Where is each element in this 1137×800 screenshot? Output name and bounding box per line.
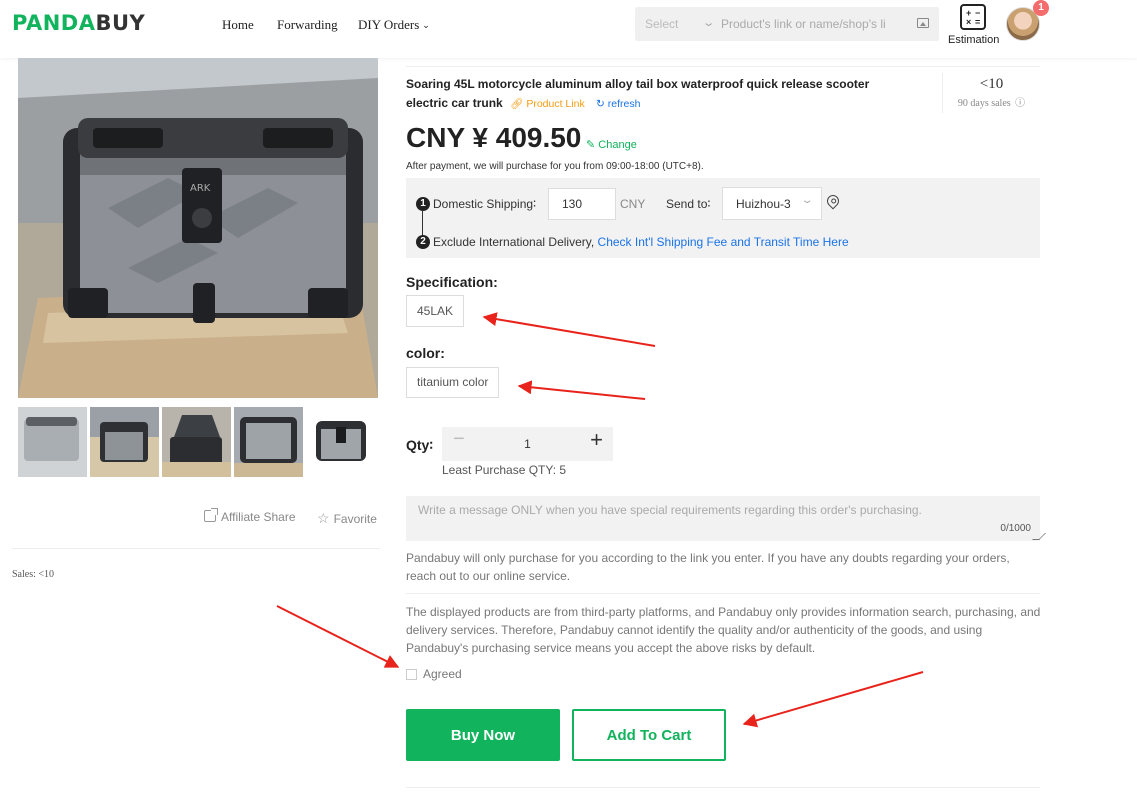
increment-button[interactable]: + <box>590 427 603 453</box>
send-to-select[interactable]: Huizhou-3 ⌄ <box>722 187 822 220</box>
thumbnail-4[interactable] <box>234 407 303 477</box>
change-currency-button[interactable]: ✎ Change <box>586 138 637 151</box>
thumbnail-5[interactable] <box>306 407 375 477</box>
calculator-icon: + − × = <box>960 4 986 30</box>
arrow-to-add-to-cart <box>742 671 924 728</box>
refresh-link[interactable]: ↻ refresh <box>596 98 640 110</box>
location-pin-icon[interactable] <box>824 192 842 210</box>
nav-home[interactable]: Home <box>222 17 254 33</box>
sales-summary: <10 90 days sales ⓘ <box>942 73 1040 113</box>
quantity-stepper: − 1 + <box>442 427 613 461</box>
product-price: CNY ¥ 409.50 <box>406 122 582 153</box>
divider <box>406 593 1040 594</box>
refresh-icon: ↻ <box>596 98 605 110</box>
nav-diy-orders[interactable]: DIY Orders ⌄ <box>358 17 430 33</box>
message-placeholder: Write a message ONLY when you have speci… <box>418 503 922 517</box>
sales-count: Sales: <10 <box>12 569 55 580</box>
color-heading: color: <box>406 345 445 361</box>
pandabuy-logo[interactable]: PANDABUY <box>12 11 145 35</box>
chevron-down-icon: ⌄ <box>422 20 430 30</box>
specification-heading: Specification: <box>406 274 498 290</box>
character-counter: 0/1000 <box>1000 523 1031 534</box>
quantity-value[interactable]: 1 <box>442 437 613 451</box>
divider <box>12 548 380 549</box>
share-icon <box>204 508 218 522</box>
add-to-cart-button[interactable]: Add To Cart <box>572 709 726 761</box>
international-delivery-note: Exclude International Delivery, Check In… <box>433 235 849 249</box>
thumbnail-1[interactable] <box>18 407 87 477</box>
search-type-select[interactable]: Select <box>645 17 678 31</box>
svg-text:ARK: ARK <box>190 183 211 194</box>
step-badge-2: 2 <box>416 235 430 249</box>
chevron-down-icon: ⌄ <box>800 195 814 206</box>
disclaimer-notice: The displayed products are from third-pa… <box>406 605 1041 655</box>
step-badge-1: 1 <box>416 197 430 211</box>
purchase-hours-note: After payment, we will purchase for you … <box>406 161 704 172</box>
thumbnail-strip <box>18 407 378 477</box>
message-textarea[interactable]: Write a message ONLY when you have speci… <box>406 496 1046 541</box>
chevron-down-icon[interactable]: ⌄ <box>702 16 716 29</box>
edit-icon: ✎ <box>586 139 596 151</box>
product-title: Soaring 45L motorcycle aluminum alloy ta… <box>406 77 870 110</box>
resize-handle-icon[interactable] <box>1032 533 1046 540</box>
color-option[interactable]: titanium color <box>406 367 500 398</box>
arrow-to-color <box>517 380 646 400</box>
favorite-button[interactable]: ☆ Favorite <box>317 510 377 527</box>
main-product-image[interactable]: ARK <box>18 58 378 398</box>
arrow-to-specification <box>482 312 656 347</box>
notification-badge: 1 <box>1033 0 1049 16</box>
help-icon[interactable]: ⓘ <box>1015 98 1025 109</box>
arrow-to-agreed <box>276 605 400 668</box>
buy-now-button[interactable]: Buy Now <box>406 709 560 761</box>
estimation-label: Estimation <box>948 34 1000 46</box>
search-bar: Select ⌄ <box>635 7 939 41</box>
agree-checkbox[interactable]: Agreed <box>406 667 462 681</box>
sales-value: <10 <box>979 76 1004 92</box>
affiliate-share-button[interactable]: Affiliate Share <box>204 508 296 524</box>
domestic-shipping-input[interactable] <box>548 188 616 220</box>
thumbnail-2[interactable] <box>90 407 159 477</box>
divider <box>406 66 1040 67</box>
shipping-currency: CNY <box>620 197 646 211</box>
image-search-icon[interactable] <box>917 18 929 28</box>
specification-option[interactable]: 45LAK <box>406 295 465 327</box>
quantity-label: Qty∶ <box>406 437 433 453</box>
link-icon: 🔗︎ <box>510 98 524 110</box>
send-to-label: Send to∶ <box>666 197 711 211</box>
estimation-button[interactable]: + − × = Estimation <box>948 4 1000 46</box>
divider <box>406 787 1040 788</box>
check-shipping-fee-link[interactable]: Check Int'l Shipping Fee and Transit Tim… <box>598 235 849 249</box>
checkbox-icon <box>406 669 417 680</box>
shipping-panel: 1 Domestic Shipping∶ CNY Send to∶ Huizho… <box>406 178 1040 258</box>
search-input[interactable] <box>721 15 891 33</box>
domestic-shipping-label: Domestic Shipping∶ <box>433 197 537 211</box>
star-icon: ☆ <box>317 510 330 526</box>
product-link[interactable]: 🔗︎ Product Link <box>510 98 585 110</box>
least-purchase-note: Least Purchase QTY: 5 <box>442 463 567 477</box>
product-photo: ARK <box>18 58 378 398</box>
sales-label: 90 days sales <box>957 98 1011 109</box>
step-connector <box>422 211 423 236</box>
nav-forwarding[interactable]: Forwarding <box>277 17 338 33</box>
thumbnail-3[interactable] <box>162 407 231 477</box>
top-header: PANDABUY Home Forwarding DIY Orders ⌄ Sel… <box>0 0 1137 58</box>
purchase-notice: Pandabuy will only purchase for you acco… <box>406 551 1010 583</box>
